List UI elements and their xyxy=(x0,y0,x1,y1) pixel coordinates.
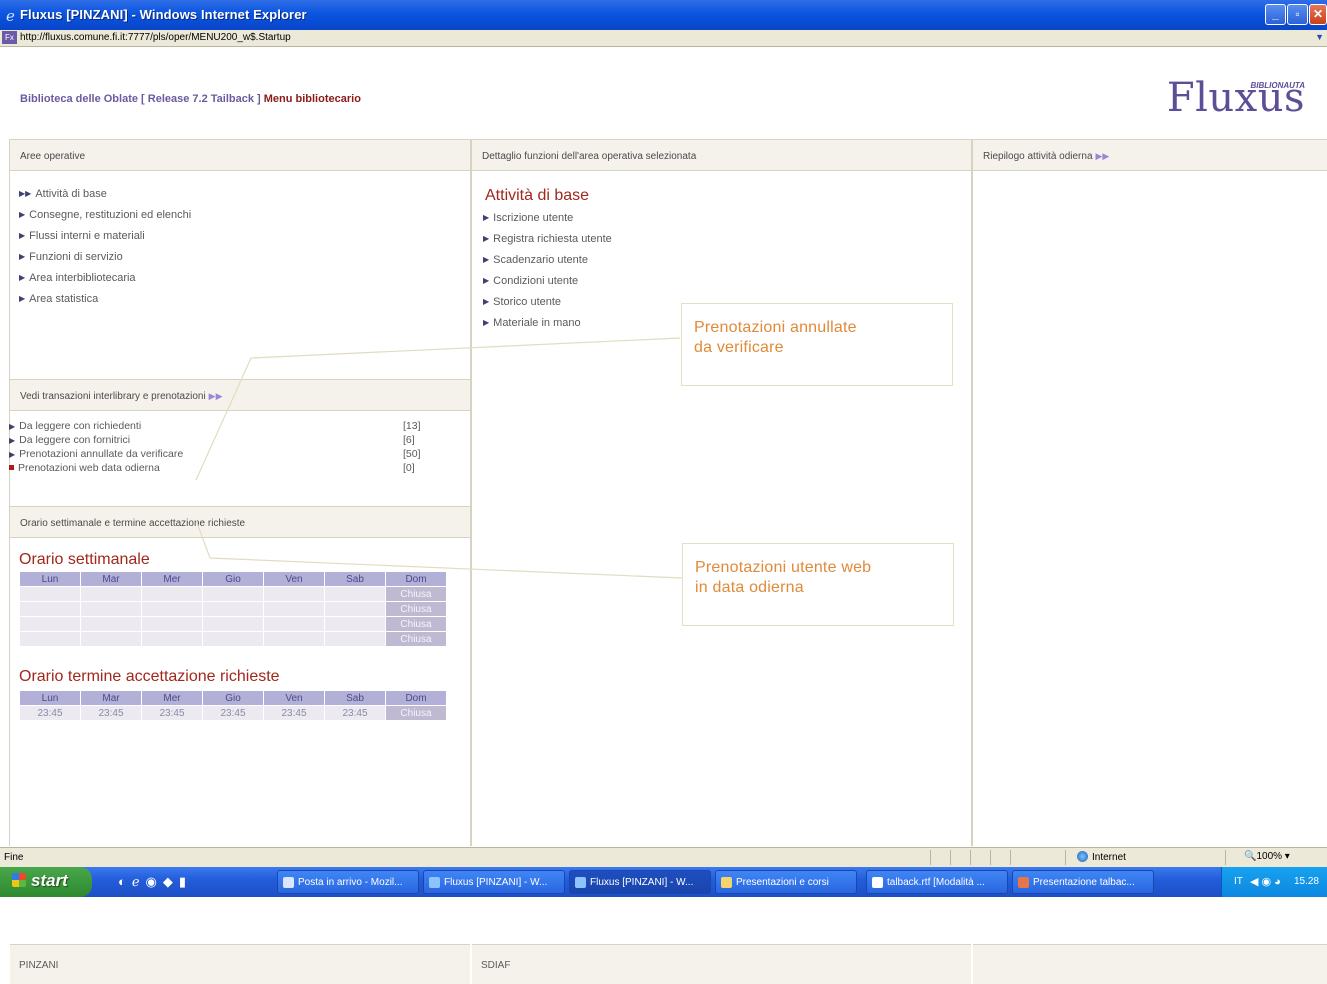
right-footer xyxy=(973,944,1327,984)
document-icon xyxy=(872,877,883,888)
system-footer: SDIAF xyxy=(472,944,971,984)
security-zone: Internet xyxy=(1077,851,1126,863)
quick-launch[interactable]: ◐ℯ◉◆▮ xyxy=(118,874,192,890)
taskbar-button-word[interactable]: talback.rtf [Modalità ... xyxy=(866,870,1008,894)
user-footer: PINZANI xyxy=(10,944,470,984)
start-button[interactable]: start xyxy=(0,867,92,897)
status-text: Fine xyxy=(4,852,24,863)
windows-flag-icon xyxy=(12,873,26,887)
ie-icon xyxy=(575,877,586,888)
taskbar-button-fluxus-2[interactable]: Fluxus [PINZANI] - W... xyxy=(569,870,711,894)
zoom-level[interactable]: 🔍100% ▾ xyxy=(1244,851,1290,862)
powerpoint-icon xyxy=(1018,877,1029,888)
callout-web: Prenotazioni utente web in data odierna xyxy=(682,543,954,626)
taskbar-button-mail[interactable]: Posta in arrivo - Mozil... xyxy=(277,870,419,894)
taskbar-button-powerpoint[interactable]: Presentazione talbac... xyxy=(1012,870,1154,894)
mail-icon xyxy=(283,877,294,888)
taskbar-button-folder[interactable]: Presentazioni e corsi xyxy=(715,870,857,894)
taskbar-button-fluxus-1[interactable]: Fluxus [PINZANI] - W... xyxy=(423,870,565,894)
callout-line-2 xyxy=(195,519,683,579)
clock: 15.28 xyxy=(1293,876,1319,887)
tray-icons[interactable]: ◀ ◉ ◕ xyxy=(1250,875,1281,888)
status-bar: Fine Internet 🔍100% ▾ xyxy=(0,847,1327,867)
system-tray: IT ◀ ◉ ◕ 15.28 xyxy=(1221,867,1327,897)
language-indicator[interactable]: IT xyxy=(1234,876,1243,887)
folder-icon xyxy=(721,877,732,888)
callout-annullate: Prenotazioni annullate da verificare xyxy=(681,303,953,386)
windows-taskbar: start ◐ℯ◉◆▮ Posta in arrivo - Mozil... F… xyxy=(0,867,1327,897)
callout-line-1 xyxy=(195,337,681,481)
globe-icon xyxy=(1077,851,1088,862)
callout-connectors xyxy=(195,337,683,579)
ie-icon xyxy=(429,877,440,888)
